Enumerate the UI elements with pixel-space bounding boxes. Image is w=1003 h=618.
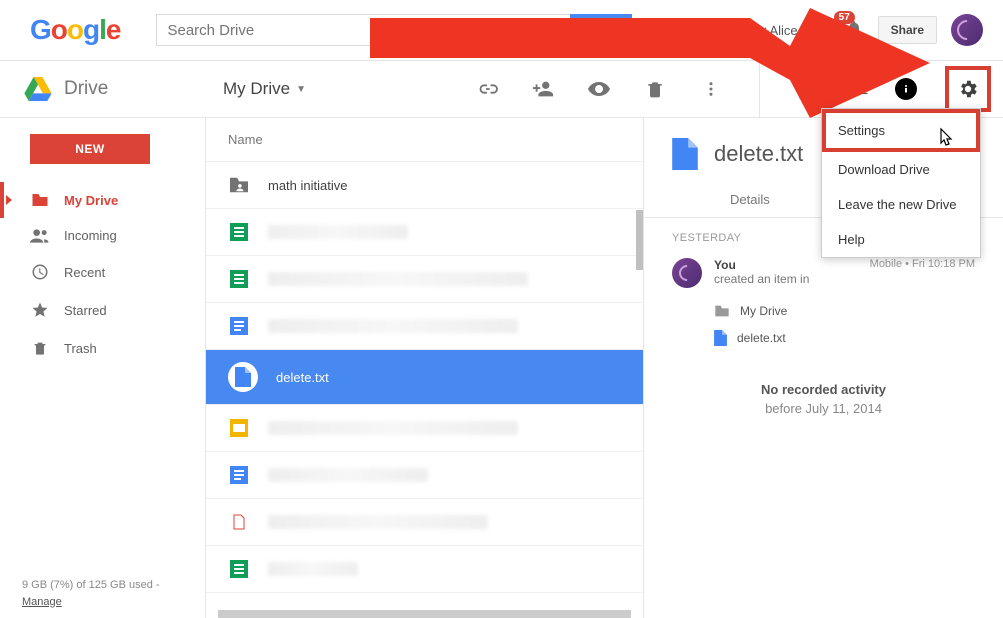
file-row[interactable] [206,209,643,256]
sidebar: NEW My Drive Incoming Recent Starred Tra… [0,118,205,618]
location-dropdown[interactable]: My Drive ▼ [205,79,306,99]
gear-icon [957,78,979,100]
folder-icon [714,304,730,318]
activity-location[interactable]: My Drive [714,298,975,324]
view-mode-icon[interactable] [794,75,822,103]
file-name: math initiative [268,178,347,193]
drive-logo-icon [24,77,52,101]
share-button[interactable]: Share [878,16,937,44]
file-row-selected[interactable]: delete.txt [206,350,643,405]
add-person-icon[interactable] [529,75,557,103]
sheets-icon [228,268,250,290]
storage-info: 9 GB (7%) of 125 GB used - Manage [22,577,160,610]
file-name-redacted [268,468,428,482]
docs-icon [228,464,250,486]
file-list: Name math initiative delete.txt [205,118,643,618]
file-name-redacted [268,225,408,239]
file-icon [672,138,698,170]
docs-icon [228,315,250,337]
nav-label: Trash [64,341,97,356]
preview-icon[interactable] [585,75,613,103]
sidebar-item-my-drive[interactable]: My Drive [0,182,205,218]
new-button[interactable]: NEW [30,134,150,164]
account-avatar[interactable] [951,14,983,46]
menu-item-help[interactable]: Help [822,222,980,257]
trash-icon[interactable] [641,75,669,103]
info-icon[interactable] [895,78,917,100]
cursor-icon [939,127,957,149]
sidebar-item-trash[interactable]: Trash [0,329,205,367]
file-row-folder[interactable]: math initiative [206,162,643,209]
search-input[interactable] [156,14,570,46]
column-header-name[interactable]: Name [206,118,643,162]
file-row[interactable] [206,256,643,303]
storage-manage-link[interactable]: Manage [22,596,62,608]
drive-brand-text: Drive [64,78,108,100]
menu-item-download-drive[interactable]: Download Drive [822,152,980,187]
file-row[interactable] [206,452,643,499]
no-activity-date: before July 11, 2014 [672,401,975,416]
details-title: delete.txt [714,141,803,167]
search-button[interactable] [570,14,632,46]
sheets-icon [228,221,250,243]
file-row[interactable] [206,499,643,546]
apps-icon[interactable] [812,21,830,39]
pdf-icon [228,511,250,533]
notifications-icon[interactable]: 57 [844,19,864,42]
scrollbar-thumb[interactable] [636,210,643,270]
caret-down-icon: ▼ [296,84,306,95]
settings-gear-highlighted[interactable] [945,66,991,112]
nav-label: My Drive [64,193,118,208]
people-icon [30,229,50,243]
activity-description: created an item in [714,272,975,286]
nav-label: Incoming [64,228,117,243]
no-activity-label: No recorded activity [672,382,975,397]
sidebar-item-recent[interactable]: Recent [0,253,205,291]
file-row[interactable] [206,303,643,350]
folder-shared-icon [228,174,250,196]
actor-avatar [672,258,702,288]
sort-button[interactable]: AZ [850,81,867,98]
file-name: delete.txt [276,370,329,385]
google-logo[interactable]: Google [30,14,120,46]
star-icon [30,301,50,319]
clock-icon [30,263,50,281]
horizontal-scrollbar[interactable] [218,610,631,618]
file-icon [228,362,258,392]
header: Google +Alice 57 Share [0,0,1003,60]
location-label: My Drive [223,79,290,99]
file-row[interactable] [206,546,643,593]
activity-file[interactable]: delete.txt [714,324,975,352]
file-name-redacted [268,319,518,333]
file-name-redacted [268,515,488,529]
nav-label: Starred [64,303,107,318]
folder-icon [30,192,50,208]
sheets-icon [228,558,250,580]
file-name-redacted [268,421,518,435]
search-icon [593,22,609,38]
sidebar-item-incoming[interactable]: Incoming [0,218,205,253]
sidebar-item-starred[interactable]: Starred [0,291,205,329]
nav-label: Recent [64,265,105,280]
file-row[interactable] [206,405,643,452]
file-name-redacted [268,272,528,286]
file-icon [714,330,727,346]
settings-menu: Settings Download Drive Leave the new Dr… [821,108,981,258]
trash-icon [30,339,50,357]
menu-item-leave-drive[interactable]: Leave the new Drive [822,187,980,222]
actor-name: You [714,258,736,272]
slides-icon [228,417,250,439]
notification-count: 57 [834,11,855,24]
plus-user-link[interactable]: +Alice [762,23,798,38]
activity-timestamp: Mobile • Fri 10:18 PM [870,258,975,272]
more-icon[interactable] [697,75,725,103]
file-name-redacted [268,562,358,576]
link-icon[interactable] [473,75,501,103]
